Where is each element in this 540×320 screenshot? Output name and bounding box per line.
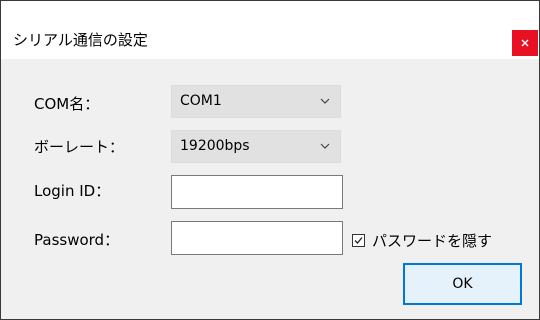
password-label: Password： <box>34 231 120 249</box>
close-button[interactable] <box>512 30 538 56</box>
window-title: シリアル通信の設定 <box>13 31 148 49</box>
serial-settings-dialog: シリアル通信の設定 COM名： COM1 ボーレート： 19200bps Log… <box>0 0 540 320</box>
close-icon <box>521 39 529 47</box>
login-id-field[interactable] <box>171 175 343 209</box>
login-id-input[interactable] <box>172 176 342 208</box>
com-name-select[interactable]: COM1 <box>171 85 341 118</box>
password-field[interactable] <box>171 221 343 255</box>
baud-rate-label: ボーレート： <box>34 138 125 156</box>
chevron-down-icon <box>320 143 330 149</box>
baud-rate-value: 19200bps <box>180 138 250 154</box>
chevron-down-icon <box>320 98 330 104</box>
checkbox-box[interactable] <box>352 233 365 247</box>
check-icon <box>354 236 363 244</box>
hide-password-label: パスワードを隠す <box>372 231 493 250</box>
ok-button[interactable]: OK <box>403 263 522 305</box>
login-id-label: Login ID： <box>34 182 111 200</box>
password-input[interactable] <box>172 222 342 254</box>
title-bar: シリアル通信の設定 <box>1 1 539 59</box>
com-name-value: COM1 <box>180 93 222 109</box>
baud-rate-select[interactable]: 19200bps <box>171 130 341 163</box>
hide-password-checkbox[interactable]: パスワードを隠す <box>352 229 492 251</box>
com-name-label: COM名： <box>34 95 100 113</box>
